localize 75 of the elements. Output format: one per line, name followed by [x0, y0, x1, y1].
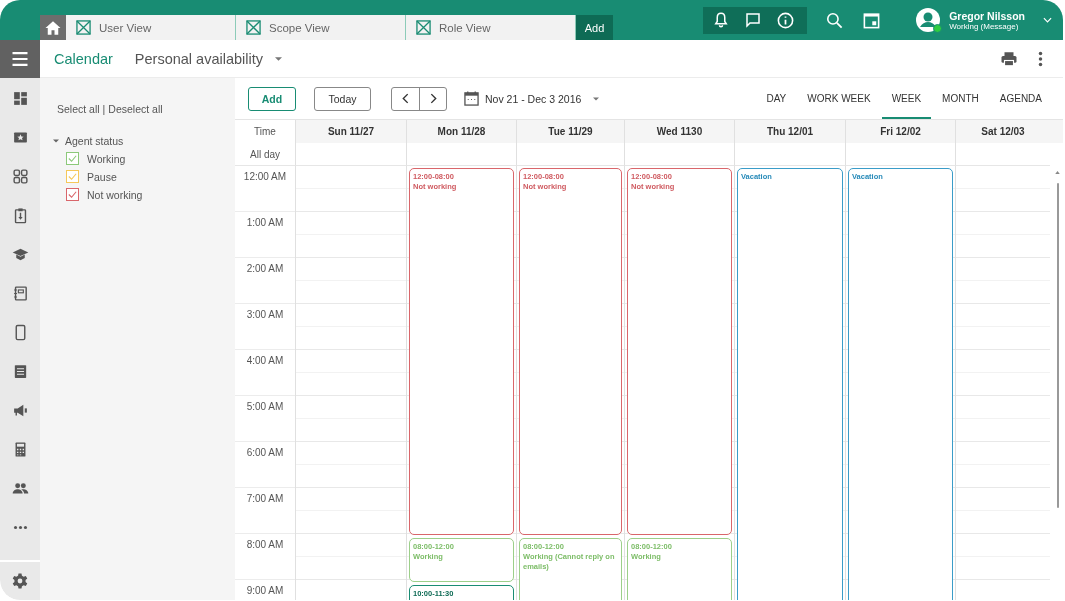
all-day-cell[interactable]	[845, 143, 955, 166]
caret-icon	[593, 96, 600, 101]
all-day-cell[interactable]	[955, 143, 1050, 166]
view-dropdown[interactable]: Personal availability	[134, 50, 282, 67]
view-tab[interactable]: WEEK	[881, 78, 932, 119]
view-tab[interactable]: MONTH	[932, 78, 989, 119]
status-label: Not working	[87, 188, 143, 201]
chevron-left-icon	[402, 93, 409, 104]
chevron-right-icon	[429, 93, 437, 104]
search-icon[interactable]	[825, 10, 845, 30]
view-tab[interactable]: WORK WEEK	[797, 78, 881, 119]
hour-label: 4:00 AM	[246, 355, 284, 368]
dashboard-icon[interactable]	[11, 90, 29, 107]
expand-caret-icon[interactable]	[53, 139, 59, 143]
hour-label: 1:00 AM	[246, 217, 284, 230]
close-box-icon	[76, 20, 91, 35]
status-label: Working	[87, 152, 126, 165]
all-day-cell[interactable]	[624, 143, 734, 166]
megaphone-icon[interactable]	[11, 402, 29, 419]
hour-label: 7:00 AM	[246, 493, 284, 506]
scroll-up-icon[interactable]	[1055, 171, 1060, 174]
column-header: Time	[235, 120, 295, 143]
settings-icon[interactable]	[11, 572, 29, 590]
caret-icon	[275, 56, 282, 61]
more-options-icon[interactable]	[1038, 50, 1043, 67]
status-checkbox[interactable]	[66, 188, 79, 201]
print-icon[interactable]	[1000, 49, 1018, 68]
status-label: Pause	[87, 170, 117, 183]
status-checkbox[interactable]	[66, 152, 79, 165]
hour-label: 2:00 AM	[246, 263, 284, 276]
hour-label: 8:00 AM	[246, 539, 284, 552]
menu-icon	[10, 49, 30, 69]
user-status: Working (Message)	[949, 21, 1020, 31]
separator-text: |	[102, 103, 106, 115]
presence-dot	[933, 24, 943, 33]
all-day-cell[interactable]	[295, 143, 406, 166]
view-tab[interactable]: User View	[66, 15, 236, 40]
all-day-label: All day	[235, 143, 295, 166]
hour-label: 6:00 AM	[246, 447, 284, 460]
all-day-cell[interactable]	[516, 143, 624, 166]
close-box-icon	[246, 20, 261, 35]
calendar-icon[interactable]	[862, 10, 882, 30]
view-tab[interactable]: AGENDA	[989, 78, 1052, 119]
add-tab-button[interactable]: Add	[576, 15, 613, 40]
view-tab[interactable]: Role View	[406, 15, 576, 40]
add-button[interactable]: Add	[248, 86, 296, 111]
grid-icon[interactable]	[11, 168, 29, 185]
status-checkbox[interactable]	[66, 170, 79, 183]
bell-icon[interactable]	[712, 11, 731, 29]
notebook-icon[interactable]	[11, 285, 29, 302]
hour-label: 9:00 AM	[246, 585, 284, 598]
all-day-cell[interactable]	[406, 143, 516, 166]
hour-label: 3:00 AM	[246, 309, 284, 322]
all-day-cell[interactable]	[734, 143, 845, 166]
close-box-icon	[416, 20, 431, 35]
deselect-all-link[interactable]: Deselect all	[108, 103, 163, 115]
graduation-cap-icon[interactable]	[11, 246, 29, 263]
scrollbar-thumb[interactable]	[1056, 183, 1059, 508]
home-button[interactable]	[40, 15, 66, 40]
user-name: Gregor Nilsson	[949, 9, 1025, 22]
tree-group-label[interactable]: Agent status	[65, 135, 124, 147]
info-icon[interactable]	[776, 10, 796, 30]
page-title: Calendar	[54, 50, 113, 67]
menu-button[interactable]	[0, 40, 40, 78]
chat-icon[interactable]	[744, 11, 763, 29]
hour-label: 12:00 AM	[243, 171, 287, 184]
avatar-icon[interactable]	[916, 8, 941, 32]
chevron-down-icon[interactable]	[1043, 17, 1052, 23]
calendar-icon[interactable]	[464, 91, 479, 106]
select-all-link[interactable]: Select all	[57, 103, 100, 115]
hour-label: 5:00 AM	[246, 401, 284, 414]
today-button[interactable]: Today	[314, 86, 371, 111]
view-tab[interactable]: DAY	[756, 78, 797, 119]
date-range-dropdown[interactable]: Nov 21 - Dec 3 2016	[485, 92, 600, 105]
view-tab[interactable]: Scope View	[236, 15, 406, 40]
